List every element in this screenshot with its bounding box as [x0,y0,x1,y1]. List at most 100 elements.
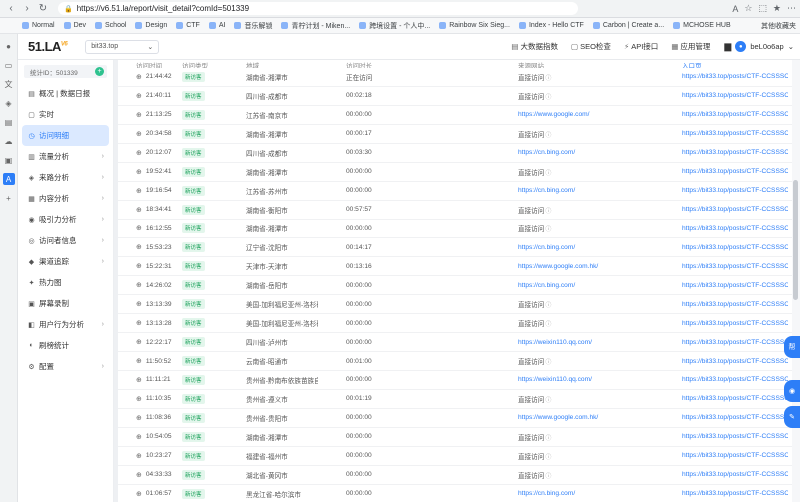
float-help-button[interactable]: 帮 [784,336,800,358]
table-row[interactable]: ⊕ 04:33:33 新访客 湖北省-黄冈市 00:00:00 直接访问ⓘ https://… [118,466,792,485]
entry-page-link[interactable]: https://bit33.top/posts/CTF-CCSSSC2023-P… [618,320,788,327]
bookmark-item[interactable]: Index - Hello CTF [518,22,584,29]
github-icon[interactable]: ● [3,40,15,52]
extensions-icon[interactable]: ⬚ [758,3,767,14]
source-site[interactable]: https://cn.bing.com/ [518,244,575,251]
expand-clock-icon[interactable]: ⊕ [136,433,142,441]
back-icon[interactable]: ‹ [4,2,18,16]
help-icon[interactable]: ⓘ [545,322,551,328]
entry-page-link[interactable]: https://bit33.top/posts/CTF-CCSSSC2023-R… [618,225,788,232]
table-row[interactable]: ⊕ 13:13:28 新访客 美国-加利福尼亚州-洛杉矶 00:00:00 直接访问ⓘ ht… [118,314,792,334]
table-row[interactable]: ⊕11:11:21新访客贵州省-黔南布依族苗族自治州00:00:00https:… [118,371,792,390]
sidebar-item[interactable]: ◉ 吸引力分析 › [22,209,109,230]
bookmark-item[interactable]: Carbon | Create a... [592,22,664,29]
expand-clock-icon[interactable]: ⊕ [136,395,142,403]
table-row[interactable]: ⊕ 16:12:55 新访客 湖南省-湘潭市 00:00:00 直接访问ⓘ https://… [118,220,792,239]
entry-page-link[interactable]: https://bit33.top/posts/CTF-CCSSSC2023-R… [618,395,788,402]
entry-page-link[interactable]: https://bit33.top/posts/CTF-CCSSSC2023-R… [618,149,788,156]
source-site[interactable]: https://www.google.com/ [518,111,589,118]
sidebar-item[interactable]: ✦ 热力图 [22,272,109,293]
source-site[interactable]: https://www.google.com.hk/ [518,414,598,421]
expand-clock-icon[interactable]: ⊕ [136,187,142,195]
reload-icon[interactable]: ↻ [36,2,50,16]
entry-page-link[interactable]: https://bit33.top/posts/CTF-CCSSSC2023-R… [618,92,788,99]
translate-icon[interactable]: 文 [3,78,15,90]
expand-clock-icon[interactable]: ⊕ [136,319,142,327]
expand-clock-icon[interactable]: ⊕ [136,73,142,81]
expand-clock-icon[interactable]: ⊕ [136,357,142,365]
expand-clock-icon[interactable]: ⊕ [136,149,142,157]
entry-page-link[interactable]: https://bit33.top/posts/CTF-CCSSSC2023-R… [618,206,788,213]
expand-clock-icon[interactable]: ⊕ [136,92,142,100]
help-icon[interactable]: ⓘ [545,209,551,215]
expand-clock-icon[interactable]: ⊕ [136,376,142,384]
table-row[interactable]: ⊕ 01:06:57 新访客 黑龙江省-哈尔滨市 00:00:00 https://cn.… [118,485,792,502]
menu-icon[interactable]: ⋯ [787,3,796,14]
sidebar-item[interactable]: ⚙ 配置 › [22,356,109,377]
bookmark-item[interactable]: Design [135,22,167,29]
sidebar-item[interactable]: ▣ 屏幕录制 [22,293,109,314]
entry-page-link[interactable]: https://bit33.top/posts/CTF-CCSSSC2023-R… [618,111,788,118]
bookmark-item[interactable]: Dev [63,22,86,29]
entry-page-link[interactable]: https://bit33.top/posts/CTF-CCSSSC2023-R… [618,376,788,383]
expand-clock-icon[interactable]: ⊕ [136,471,142,479]
other-bookmarks[interactable]: 其他收藏夹 [761,21,796,31]
copilot-icon[interactable]: ◈ [3,97,15,109]
user-menu[interactable]: ▆ ● beL0o6ap ⌄ [724,41,794,52]
help-icon[interactable]: ⓘ [545,227,551,233]
table-row[interactable]: ⊕ 12:22:17 新访客 四川省-泸州市 00:00:00 https://weixi… [118,333,792,353]
entry-page-link[interactable]: https://bit33.top/posts/CTF-CCSSSC2023-R… [618,73,788,80]
source-site[interactable]: https://weixin110.qq.com/ [518,339,592,346]
help-icon[interactable]: ⓘ [545,360,551,366]
table-row[interactable]: ⊕ 19:16:54 新访客 江苏省-苏州市 00:00:00 https://cn.bi… [118,182,792,201]
entry-page-link[interactable]: https://bit33.top/posts/CTF-CCSSSC2023-R… [618,433,788,440]
expand-clock-icon[interactable]: ⊕ [136,168,142,176]
entry-page-link[interactable]: https://bit33.top/posts/CTF-CCSSSC2023-R… [618,471,788,478]
expand-clock-icon[interactable]: ⊕ [136,262,142,270]
help-icon[interactable]: ⓘ [545,455,551,461]
bookmark-item[interactable]: AI [208,22,225,29]
entry-page-link[interactable]: https://bit33.top/posts/CTF-CCSSSC2023-P… [618,301,788,308]
star-icon[interactable]: ☆ [744,3,752,14]
source-site[interactable]: https://www.google.com.hk/ [518,263,598,270]
entry-page-link[interactable]: https://bit33.top/posts/CTF-CCSSSC2023-P… [618,187,788,194]
expand-clock-icon[interactable]: ⊕ [136,281,142,289]
entry-page-link[interactable]: https://bit33.top/posts/CTF-CCSSSC2023-R… [618,339,788,346]
source-site[interactable]: https://weixin110.qq.com/ [518,376,592,383]
table-row[interactable]: ⊕ 21:13:25 新访客 江苏省-南京市 00:00:00 https://www.g… [118,106,792,125]
expand-clock-icon[interactable]: ⊕ [136,206,142,214]
help-icon[interactable]: ⓘ [545,133,551,139]
bookmark-item[interactable]: CTF [176,22,200,29]
entry-page-link[interactable]: https://bit33.top/posts/CTF-CCSSSC2023-R… [618,358,788,365]
table-row[interactable]: ⊕ 21:44:42 新访客 湖南省-湘潭市 正在访问 直接访问ⓘ https://bit3… [118,68,792,87]
bookmark-item[interactable]: 青柠计划 - Miken... [281,21,350,31]
table-row[interactable]: ⊕ 11:10:35 新访客 贵州省-遵义市 00:01:19 直接访问ⓘ https://… [118,390,792,409]
help-icon[interactable]: ⓘ [545,76,551,82]
table-row[interactable]: ⊕ 19:52:41 新访客 湖南省-湘潭市 00:00:00 直接访问ⓘ https://… [118,163,792,182]
table-row[interactable]: ⊕ 21:40:11 新访客 四川省-成都市 00:02:18 直接访问ⓘ https://… [118,87,792,106]
favorites-icon[interactable]: ★ [773,3,781,14]
table-row[interactable]: ⊕ 10:23:27 新访客 福建省-福州市 00:00:00 直接访问ⓘ https://… [118,447,792,466]
bookmark-item[interactable]: 跨境设置 - 个人中... [359,21,430,31]
source-site[interactable]: https://cn.bing.com/ [518,187,575,194]
sidebar-item[interactable]: ▢ 实时 [22,104,109,125]
table-row[interactable]: ⊕ 20:12:07 新访客 四川省-成都市 00:03:30 https://cn.bi… [118,144,792,163]
sidebar-item[interactable]: ◆ 渠道追踪 › [22,251,109,272]
entry-page-link[interactable]: https://bit33.top/posts/CTF-CCSSSC2023-P… [618,282,788,289]
table-row[interactable]: ⊕ 15:22:31 新访客 天津市-天津市 00:13:16 https://www.g… [118,257,792,277]
expand-clock-icon[interactable]: ⊕ [136,300,142,308]
active-app-icon[interactable]: A [2,173,15,185]
expand-clock-icon[interactable]: ⊕ [136,130,142,138]
cloud-icon[interactable]: ☁ [3,135,15,147]
add-icon[interactable]: + [3,192,15,204]
expand-clock-icon[interactable]: ⊕ [136,224,142,232]
sidebar-item[interactable]: ◐ 刷榜统计 [22,335,109,356]
office-icon[interactable]: ▤ [3,116,15,128]
tab-icon[interactable]: ▭ [3,59,15,71]
header-link[interactable]: ▢ SEO检查 [571,41,611,52]
help-icon[interactable]: ⓘ [545,436,551,442]
sidebar-item[interactable]: ◷ 访问明细 [22,125,109,146]
app-icon[interactable]: ▣ [3,154,15,166]
help-icon[interactable]: ⓘ [545,171,551,177]
expand-clock-icon[interactable]: ⊕ [136,243,142,251]
